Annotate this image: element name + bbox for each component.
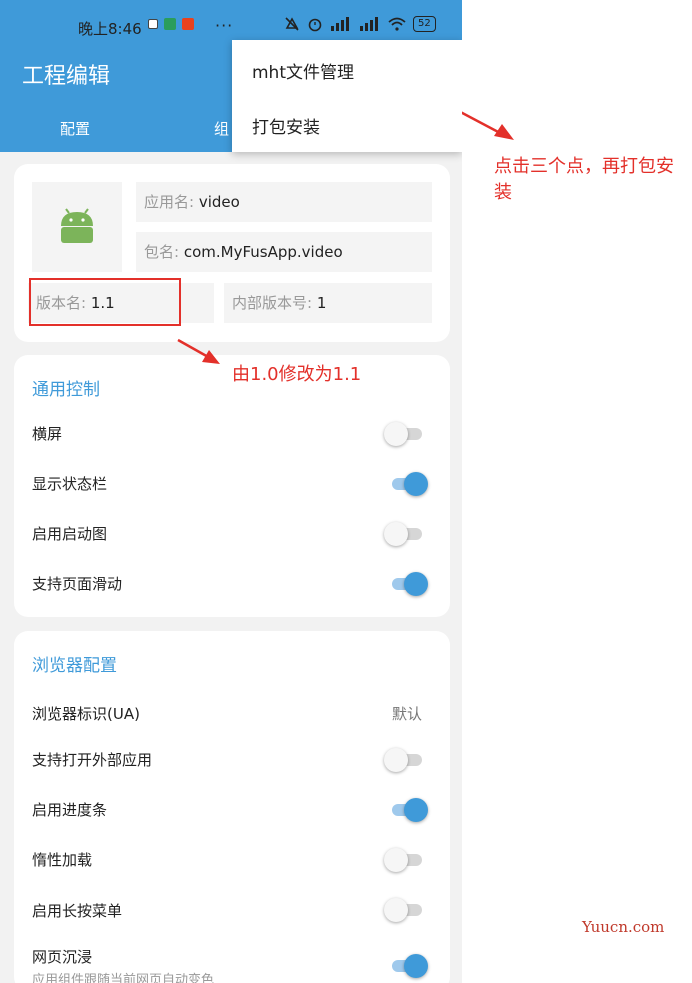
app-icon-picker[interactable]	[32, 182, 122, 272]
app-name-value: video	[198, 193, 240, 211]
status-time: 晚上8:46	[78, 20, 142, 38]
taobao-icon	[182, 18, 194, 30]
show-status-bar-label: 显示状态栏	[32, 475, 108, 493]
general-control-card: 通用控制 横屏 显示状态栏 启用启动图 支持页面滑动	[14, 355, 450, 617]
phone-screen: 晚上8:46 ··· 52 工程编辑 配置 组 mht文件管理 打包安装 应用名…	[0, 0, 462, 983]
app-name-field[interactable]: 应用名: video	[136, 182, 432, 222]
general-control-title: 通用控制	[32, 380, 100, 400]
signal-icon	[331, 17, 349, 31]
version-name-highlight	[29, 278, 181, 326]
battery-indicator: 52	[413, 16, 436, 32]
immersive-toggle[interactable]	[384, 953, 430, 979]
menu-item-package-install[interactable]: 打包安装	[252, 113, 320, 138]
long-press-menu-toggle[interactable]	[384, 897, 430, 923]
lazy-load-toggle[interactable]	[384, 847, 430, 873]
splash-screen-label: 启用启动图	[32, 525, 108, 543]
open-external-apps-toggle[interactable]	[384, 747, 430, 773]
package-name-value: com.MyFusApp.video	[183, 243, 343, 261]
landscape-label: 横屏	[32, 425, 63, 443]
progress-bar-toggle[interactable]	[384, 797, 430, 823]
progress-bar-label: 启用进度条	[32, 801, 108, 819]
overflow-menu: mht文件管理 打包安装	[232, 40, 462, 152]
version-code-label: 内部版本号:	[232, 294, 313, 312]
menu-item-mht-file-management[interactable]: mht文件管理	[252, 58, 354, 83]
version-code-field[interactable]: 内部版本号: 1	[224, 283, 432, 323]
package-name-label: 包名:	[144, 243, 180, 261]
lazy-load-label: 惰性加载	[32, 851, 93, 869]
user-agent-value[interactable]: 默认	[392, 703, 422, 724]
immersive-sublabel: 应用组件跟随当前网页自动变色	[32, 973, 215, 983]
app-name-label: 应用名:	[144, 193, 195, 211]
mute-icon	[285, 17, 299, 31]
alarm-icon	[308, 18, 322, 32]
version-code-value: 1	[316, 294, 327, 312]
landscape-toggle[interactable]	[384, 421, 430, 447]
long-press-menu-label: 启用长按菜单	[32, 902, 123, 920]
tab-group[interactable]: 组	[214, 118, 229, 139]
user-agent-label[interactable]: 浏览器标识(UA)	[32, 703, 140, 724]
menu-annotation: 点击三个点，再打包安装	[494, 156, 674, 203]
android-icon	[61, 208, 93, 243]
immersive-label: 网页沉浸	[32, 948, 93, 966]
splash-screen-toggle[interactable]	[384, 521, 430, 547]
open-external-apps-label: 支持打开外部应用	[32, 751, 153, 769]
page-title: 工程编辑	[22, 64, 111, 89]
arrow-to-version-icon	[177, 338, 220, 364]
signal-2-icon	[360, 17, 378, 31]
browser-config-card: 浏览器配置 浏览器标识(UA) 默认 支持打开外部应用 启用进度条 惰性加载 启…	[14, 631, 450, 983]
browser-config-title: 浏览器配置	[32, 656, 117, 676]
app-notification-icon	[164, 18, 176, 30]
status-bar: 晚上8:46 ··· 52	[0, 14, 462, 42]
show-status-bar-toggle[interactable]	[384, 471, 430, 497]
notification-icon	[148, 19, 158, 29]
watermark: Yuucn.com	[582, 918, 665, 936]
version-annotation: 由1.0修改为1.1	[232, 364, 362, 385]
wifi-icon	[388, 17, 406, 31]
page-swipe-toggle[interactable]	[384, 571, 430, 597]
more-notifications-icon: ···	[215, 16, 234, 35]
page-swipe-label: 支持页面滑动	[32, 575, 123, 593]
tab-config[interactable]: 配置	[60, 118, 90, 139]
package-name-field[interactable]: 包名: com.MyFusApp.video	[136, 232, 432, 272]
